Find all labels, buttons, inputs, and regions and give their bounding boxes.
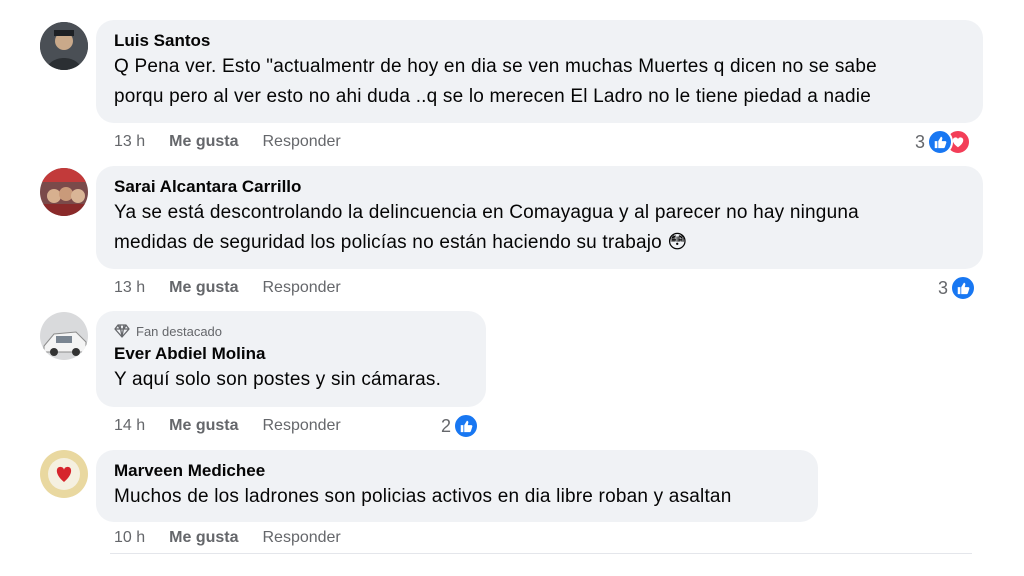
like-button[interactable]: Me gusta — [169, 279, 238, 297]
comment-actions: 13 h Me gusta Responder — [114, 278, 365, 298]
reply-button[interactable]: Responder — [262, 417, 340, 435]
avatar[interactable] — [40, 168, 88, 216]
reply-button[interactable]: Responder — [262, 133, 340, 151]
comment-text-line: Y aquí solo son postes y sin cámaras. — [114, 369, 442, 390]
comment-author[interactable]: Sarai Alcantara Carrillo — [114, 176, 965, 198]
top-fan-badge[interactable]: Fan destacado — [114, 323, 468, 339]
avatar[interactable] — [40, 312, 88, 360]
reaction-summary[interactable]: 3 — [938, 275, 977, 301]
like-icon — [453, 413, 480, 439]
comment-text-line: porqu pero al ver esto no ahi duda ..q s… — [114, 86, 871, 107]
comment-author[interactable]: Luis Santos — [114, 30, 965, 52]
reaction-summary[interactable]: 3 — [915, 129, 972, 155]
comment-time[interactable]: 13 h — [114, 133, 145, 151]
comment-text-line: Q Pena ver. Esto "actualmentr de hoy en … — [114, 56, 877, 77]
diamond-icon — [114, 324, 130, 338]
reaction-summary[interactable]: 2 — [441, 413, 480, 439]
reaction-count: 2 — [441, 415, 452, 436]
like-button[interactable]: Me gusta — [169, 529, 238, 547]
badge-label: Fan destacado — [136, 323, 223, 339]
comment-actions: 13 h Me gusta Responder — [114, 132, 365, 152]
comment-bubble: Luis Santos Q Pena ver. Esto "actualment… — [96, 20, 983, 123]
like-icon — [950, 275, 977, 301]
comment-text-line-wrap: medidas de seguridad los policías no est… — [114, 228, 965, 258]
comment-time[interactable]: 14 h — [114, 417, 145, 435]
comment-author[interactable]: Ever Abdiel Molina — [114, 343, 468, 365]
comment-author[interactable]: Marveen Medichee — [114, 460, 800, 482]
comment-bubble: Sarai Alcantara Carrillo Ya se está desc… — [96, 166, 983, 269]
reaction-count: 3 — [915, 131, 926, 152]
flushed-emoji: 😳 — [667, 232, 688, 253]
like-icon — [927, 129, 954, 155]
avatar[interactable] — [40, 22, 88, 70]
comment-bubble: Fan destacado Ever Abdiel Molina Y aquí … — [96, 311, 486, 407]
comment-text-line: Ya se está descontrolando la delincuenci… — [114, 202, 859, 223]
comment-time[interactable]: 13 h — [114, 279, 145, 297]
like-button[interactable]: Me gusta — [169, 133, 238, 151]
comment-time[interactable]: 10 h — [114, 529, 145, 547]
comment-text-line: medidas de seguridad los policías no est… — [114, 232, 662, 253]
comment-bubble: Marveen Medichee Muchos de los ladrones … — [96, 450, 818, 522]
comment-text-line: Muchos de los ladrones son policias acti… — [114, 486, 732, 507]
divider — [110, 553, 972, 554]
reply-button[interactable]: Responder — [262, 529, 340, 547]
avatar[interactable] — [40, 450, 88, 498]
comment-actions: 14 h Me gusta Responder — [114, 416, 365, 436]
like-button[interactable]: Me gusta — [169, 417, 238, 435]
reply-button[interactable]: Responder — [262, 279, 340, 297]
reaction-count: 3 — [938, 277, 949, 298]
comment-actions: 10 h Me gusta Responder — [114, 528, 365, 548]
